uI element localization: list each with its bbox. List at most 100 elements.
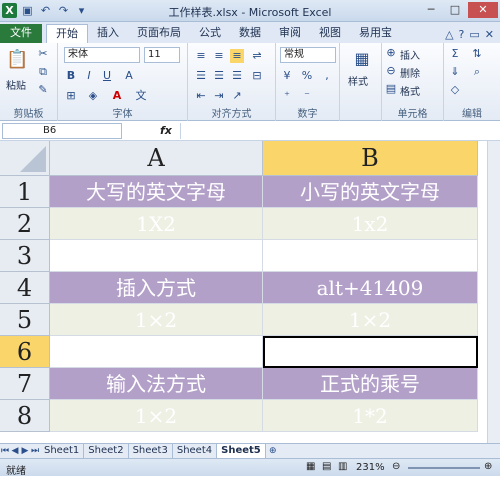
style-button[interactable]: 样式 (348, 73, 368, 88)
row-header[interactable]: 3 (0, 240, 50, 272)
fx-icon[interactable]: fx (160, 124, 172, 137)
help-icon[interactable]: ? (459, 28, 465, 41)
row-header[interactable]: 5 (0, 304, 50, 336)
cell-a[interactable]: 大写的英文字母 (50, 176, 263, 208)
minimize-button[interactable]: ─ (420, 2, 442, 18)
delete-cells-button[interactable]: 删除 (400, 65, 420, 80)
orientation-icon[interactable]: ↗ (230, 89, 244, 103)
zoom-out-icon[interactable]: ⊖ (392, 461, 400, 472)
cell-a[interactable]: 1X2 (50, 208, 263, 240)
column-header-a[interactable]: A (50, 141, 263, 176)
align-right-icon[interactable]: ☰ (230, 69, 244, 83)
row-header[interactable]: 2 (0, 208, 50, 240)
tab-formulas[interactable]: 公式 (190, 24, 230, 43)
font-color-button[interactable]: A (110, 89, 124, 103)
merge-icon[interactable]: ⊟ (250, 69, 264, 83)
clear-icon[interactable]: ◇ (448, 83, 462, 97)
row-header[interactable]: 7 (0, 368, 50, 400)
cell-b[interactable]: 1*2 (263, 400, 478, 432)
last-sheet-icon[interactable]: ⏭ (30, 446, 40, 456)
paste-icon[interactable]: 📋 (6, 49, 28, 71)
comma-icon[interactable]: , (320, 69, 334, 83)
tab-insert[interactable]: 插入 (88, 24, 128, 43)
sheet-tab[interactable]: Sheet1 (40, 444, 85, 458)
percent-icon[interactable]: % (300, 69, 314, 83)
tab-yiyongbao[interactable]: 易用宝 (350, 24, 401, 43)
number-format-select[interactable]: 常规 (280, 47, 336, 63)
cell-a[interactable] (50, 336, 263, 368)
align-bottom-icon[interactable]: ≡ (230, 49, 244, 63)
align-middle-icon[interactable]: ≡ (212, 49, 226, 63)
autosum-icon[interactable]: Σ (448, 47, 462, 61)
row-header[interactable]: 4 (0, 272, 50, 304)
normal-view-icon[interactable]: ▦ (306, 461, 315, 472)
tab-data[interactable]: 数据 (230, 24, 270, 43)
cell-b[interactable]: 正式的乘号 (263, 368, 478, 400)
bold-button[interactable]: B (64, 69, 78, 83)
sheet-tab[interactable]: Sheet3 (129, 444, 173, 458)
tab-file[interactable]: 文件 (0, 24, 42, 43)
cell-a[interactable]: 1×2 (50, 304, 263, 336)
cut-icon[interactable]: ✂ (36, 47, 50, 61)
fill-icon[interactable]: ⇓ (448, 65, 462, 79)
cell-b[interactable]: 1×2 (263, 304, 478, 336)
decrease-indent-icon[interactable]: ⇤ (194, 89, 208, 103)
row-header[interactable]: 1 (0, 176, 50, 208)
style-icon[interactable]: ▦ (352, 49, 372, 69)
align-left-icon[interactable]: ☰ (194, 69, 208, 83)
cell-a[interactable]: 插入方式 (50, 272, 263, 304)
first-sheet-icon[interactable]: ⏮ (0, 446, 10, 456)
format-cells-button[interactable]: 格式 (400, 83, 420, 98)
cell-b[interactable]: alt+41409 (263, 272, 478, 304)
prev-sheet-icon[interactable]: ◀ (10, 446, 20, 456)
cell-a[interactable] (50, 240, 263, 272)
close-button[interactable]: ✕ (468, 2, 498, 18)
row-header[interactable]: 6 (0, 336, 50, 368)
align-top-icon[interactable]: ≡ (194, 49, 208, 63)
wrap-text-icon[interactable]: ⇌ (250, 49, 264, 63)
increase-indent-icon[interactable]: ⇥ (212, 89, 226, 103)
maximize-button[interactable]: □ (444, 2, 466, 18)
phonetic-icon[interactable]: 文 (134, 89, 148, 103)
vertical-scrollbar[interactable] (487, 141, 500, 443)
tab-view[interactable]: 视图 (310, 24, 350, 43)
name-box[interactable]: B6 (2, 123, 122, 139)
new-sheet-icon[interactable]: ⊕ (266, 446, 280, 456)
underline-button[interactable]: U (100, 69, 114, 83)
align-center-icon[interactable]: ☰ (212, 69, 226, 83)
sheet-tab-active[interactable]: Sheet5 (217, 444, 266, 458)
tab-page-layout[interactable]: 页面布局 (128, 24, 190, 43)
zoom-slider[interactable] (408, 467, 480, 469)
close-workbook-icon[interactable]: ✕ (485, 28, 494, 41)
minimize-ribbon-icon[interactable]: △ (445, 28, 453, 41)
font-name-select[interactable]: 宋体 (64, 47, 140, 63)
page-break-view-icon[interactable]: ▥ (338, 461, 347, 472)
zoom-in-icon[interactable]: ⊕ (484, 461, 492, 472)
tab-review[interactable]: 审阅 (270, 24, 310, 43)
cell-b[interactable]: 小写的英文字母 (263, 176, 478, 208)
next-sheet-icon[interactable]: ▶ (20, 446, 30, 456)
cell-b[interactable] (263, 240, 478, 272)
selected-cell-b6[interactable] (263, 336, 478, 368)
cell-b[interactable]: 1x2 (263, 208, 478, 240)
border-icon[interactable]: ⊞ (64, 89, 78, 103)
grow-font-icon[interactable]: A (122, 69, 136, 83)
decrease-decimal-icon[interactable]: ⁻ (300, 89, 314, 103)
italic-button[interactable]: I (82, 69, 96, 83)
increase-decimal-icon[interactable]: ⁺ (280, 89, 294, 103)
cell-a[interactable]: 输入法方式 (50, 368, 263, 400)
format-painter-icon[interactable]: ✎ (36, 83, 50, 97)
cell-a[interactable]: 1×2 (50, 400, 263, 432)
sheet-tab[interactable]: Sheet2 (84, 444, 129, 458)
formula-input[interactable] (180, 123, 496, 139)
paste-button[interactable]: 粘贴 (6, 77, 26, 92)
zoom-level[interactable]: 231% (356, 462, 385, 473)
font-size-select[interactable]: 11 (144, 47, 180, 63)
sort-filter-icon[interactable]: ⇅ (470, 47, 484, 61)
page-layout-view-icon[interactable]: ▤ (322, 461, 331, 472)
insert-cells-button[interactable]: 插入 (400, 47, 420, 62)
select-all-button[interactable] (0, 141, 50, 176)
tab-home[interactable]: 开始 (46, 24, 88, 43)
find-icon[interactable]: ⌕ (470, 65, 484, 79)
restore-icon[interactable]: ▭ (469, 28, 479, 41)
